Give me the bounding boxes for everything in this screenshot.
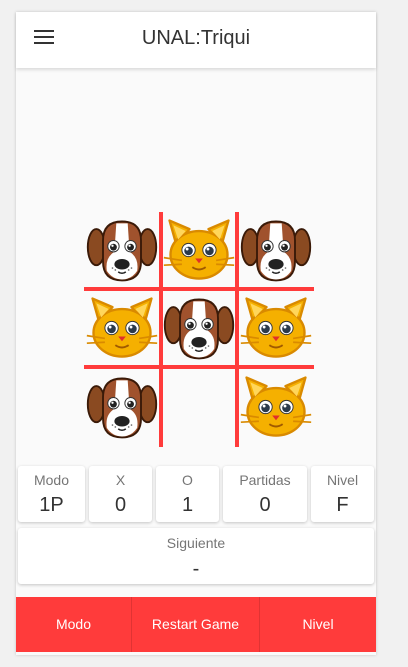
board-cell-3[interactable]	[238, 212, 314, 288]
board-cell-7[interactable]	[84, 369, 160, 445]
cat-icon	[163, 219, 235, 280]
board-cell-9[interactable]	[238, 369, 314, 445]
stat-nivel: Nivel F	[311, 466, 374, 522]
stat-x-value: 0	[114, 494, 127, 516]
next-turn-card: Siguiente -	[18, 528, 374, 584]
stat-modo: Modo 1P	[18, 466, 85, 522]
stat-nivel-label: Nivel	[326, 472, 359, 488]
bottom-button-bar: Modo Restart Game Nivel	[16, 597, 376, 652]
next-turn-value: -	[192, 558, 200, 580]
board-cell-6[interactable]	[238, 290, 314, 366]
nivel-button[interactable]: Nivel	[260, 597, 376, 652]
dog-icon	[86, 377, 158, 439]
stat-o: O 1	[156, 466, 219, 522]
dog-icon	[163, 298, 235, 360]
modo-button[interactable]: Modo	[16, 597, 131, 652]
stat-o-value: 1	[181, 494, 194, 516]
dog-icon	[240, 220, 312, 282]
stat-x: X 0	[89, 466, 152, 522]
app-window: UNAL:Triqui Modo 1P X 0 O 1 Partidas 0 N…	[16, 12, 376, 655]
board-cell-2[interactable]	[161, 212, 237, 288]
stat-nivel-value: F	[336, 494, 349, 516]
next-turn-label: Siguiente	[166, 535, 226, 551]
stat-partidas-value: 0	[259, 494, 271, 516]
top-app-bar: UNAL:Triqui	[16, 12, 376, 68]
stat-modo-label: Modo	[33, 472, 70, 488]
restart-game-button[interactable]: Restart Game	[132, 597, 259, 652]
board-cell-4[interactable]	[84, 290, 160, 366]
cat-icon	[86, 297, 158, 358]
stat-partidas: Partidas 0	[223, 466, 307, 522]
board-cell-8[interactable]	[161, 369, 237, 445]
cat-icon	[240, 376, 312, 437]
board-cell-5[interactable]	[161, 290, 237, 366]
game-board	[84, 212, 314, 447]
stat-x-label: X	[115, 472, 126, 488]
cat-icon	[240, 297, 312, 358]
stat-modo-value: 1P	[39, 494, 64, 516]
board-cell-1[interactable]	[84, 212, 160, 288]
stat-o-label: O	[182, 472, 193, 488]
dog-icon	[86, 220, 158, 282]
stat-partidas-label: Partidas	[239, 472, 291, 488]
app-title: UNAL:Triqui	[141, 27, 251, 49]
